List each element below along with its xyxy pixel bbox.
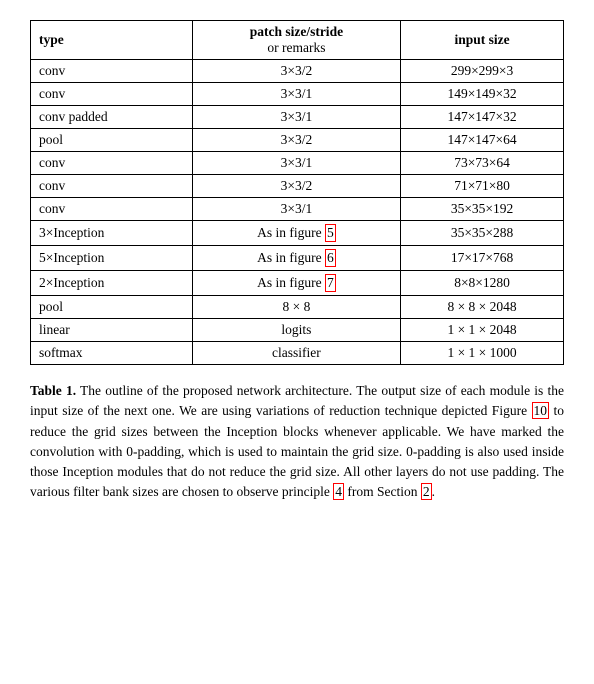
figure-link[interactable]: 7	[325, 274, 336, 292]
figure-link[interactable]: 5	[325, 224, 336, 242]
caption-text4: .	[432, 484, 435, 499]
table-row: 5×InceptionAs in figure 617×17×768	[31, 246, 564, 271]
cell-patch: As in figure 5	[192, 221, 400, 246]
table-row: conv3×3/135×35×192	[31, 198, 564, 221]
cell-input: 299×299×3	[401, 60, 564, 83]
caption-text3: from Section	[344, 484, 421, 499]
cell-patch: 3×3/2	[192, 129, 400, 152]
table-row: 2×InceptionAs in figure 78×8×1280	[31, 271, 564, 296]
cell-type: linear	[31, 319, 193, 342]
architecture-table: type patch size/stride or remarks input …	[30, 20, 564, 365]
cell-patch: 8 × 8	[192, 296, 400, 319]
cell-patch: As in figure 6	[192, 246, 400, 271]
table-row: pool8 × 88 × 8 × 2048	[31, 296, 564, 319]
cell-type: conv	[31, 175, 193, 198]
table-row: conv padded3×3/1147×147×32	[31, 106, 564, 129]
cell-patch: classifier	[192, 342, 400, 365]
table-row: pool3×3/2147×147×64	[31, 129, 564, 152]
cell-type: pool	[31, 129, 193, 152]
caption-link3[interactable]: 2	[421, 483, 432, 500]
cell-patch: 3×3/1	[192, 83, 400, 106]
cell-input: 147×147×64	[401, 129, 564, 152]
cell-input: 147×147×32	[401, 106, 564, 129]
cell-input: 17×17×768	[401, 246, 564, 271]
cell-patch: As in figure 7	[192, 271, 400, 296]
col-input-header: input size	[401, 21, 564, 60]
cell-input: 71×71×80	[401, 175, 564, 198]
cell-input: 8×8×1280	[401, 271, 564, 296]
cell-input: 8 × 8 × 2048	[401, 296, 564, 319]
cell-patch: 3×3/1	[192, 106, 400, 129]
cell-type: softmax	[31, 342, 193, 365]
cell-patch: logits	[192, 319, 400, 342]
table-row: linearlogits1 × 1 × 2048	[31, 319, 564, 342]
cell-patch: 3×3/1	[192, 198, 400, 221]
cell-type: 2×Inception	[31, 271, 193, 296]
cell-patch: 3×3/2	[192, 175, 400, 198]
cell-type: 5×Inception	[31, 246, 193, 271]
table-caption: Table 1. The outline of the proposed net…	[30, 381, 564, 503]
cell-type: conv	[31, 198, 193, 221]
cell-type: conv padded	[31, 106, 193, 129]
table-row: conv3×3/271×71×80	[31, 175, 564, 198]
col-patch-header: patch size/stride or remarks	[192, 21, 400, 60]
cell-input: 1 × 1 × 2048	[401, 319, 564, 342]
cell-type: 3×Inception	[31, 221, 193, 246]
caption-text1: The outline of the proposed network arch…	[30, 383, 564, 418]
col-type-header: type	[31, 21, 193, 60]
table-row: 3×InceptionAs in figure 535×35×288	[31, 221, 564, 246]
cell-patch: 3×3/1	[192, 152, 400, 175]
table-row: conv3×3/173×73×64	[31, 152, 564, 175]
cell-input: 1 × 1 × 1000	[401, 342, 564, 365]
figure-link[interactable]: 6	[325, 249, 336, 267]
cell-input: 35×35×192	[401, 198, 564, 221]
cell-patch: 3×3/2	[192, 60, 400, 83]
caption-link2[interactable]: 4	[333, 483, 344, 500]
caption-label: Table 1.	[30, 383, 76, 398]
cell-type: conv	[31, 152, 193, 175]
table-row: softmaxclassifier1 × 1 × 1000	[31, 342, 564, 365]
cell-type: conv	[31, 83, 193, 106]
cell-input: 35×35×288	[401, 221, 564, 246]
cell-type: conv	[31, 60, 193, 83]
cell-input: 73×73×64	[401, 152, 564, 175]
table-row: conv3×3/1149×149×32	[31, 83, 564, 106]
table-row: conv3×3/2299×299×3	[31, 60, 564, 83]
cell-input: 149×149×32	[401, 83, 564, 106]
cell-type: pool	[31, 296, 193, 319]
caption-link1[interactable]: 10	[532, 402, 550, 419]
